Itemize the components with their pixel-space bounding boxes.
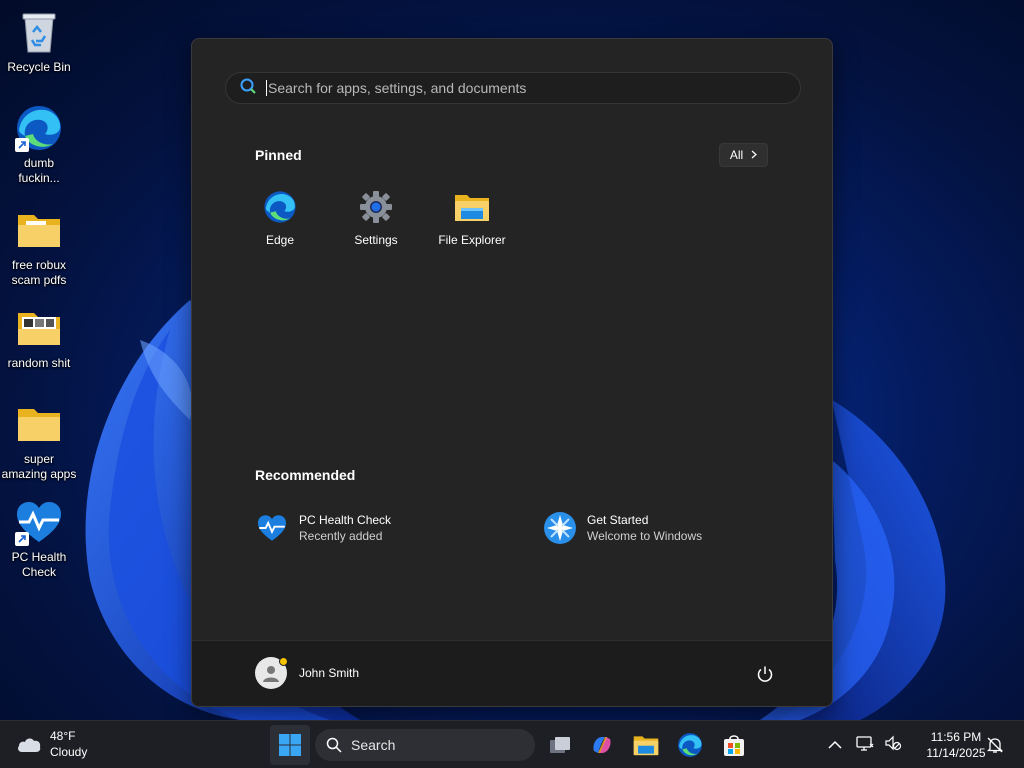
text-caret: [266, 80, 267, 96]
pinned-app-edge[interactable]: Edge: [232, 189, 328, 253]
pinned-app-file-explorer[interactable]: File Explorer: [424, 189, 520, 253]
notification-bell-icon: [986, 737, 1004, 753]
start-search-box[interactable]: [225, 72, 801, 104]
recycle-bin-icon: [15, 8, 63, 56]
desktop-icons: Recycle Bin dumb fuckin... free robux sc…: [0, 0, 80, 720]
recommended-item-get-started[interactable]: Get Started Welcome to Windows: [543, 506, 702, 550]
desktop-icon-folder-robux[interactable]: free robux scam pdfs: [0, 206, 78, 288]
desktop-icon-label: Recycle Bin: [7, 60, 71, 74]
cloud-icon: [18, 738, 41, 752]
taskbar-file-explorer[interactable]: [626, 725, 666, 765]
desktop-icon-label: random shit: [7, 356, 71, 370]
edge-icon: [262, 189, 298, 225]
desktop-icon-label: free robux scam pdfs: [11, 258, 67, 287]
chevron-right-icon: [751, 148, 758, 162]
search-icon: [326, 737, 342, 753]
desktop-icon-label: dumb fuckin...: [18, 156, 60, 185]
start-menu: Pinned All Edge: [191, 38, 833, 707]
taskbar-edge[interactable]: [670, 725, 710, 765]
taskbar: 48°F Cloudy Search 11:56 PM 11/14/2025: [0, 720, 1024, 768]
desktop-icon-pc-health-check[interactable]: PC Health Check: [0, 498, 78, 580]
start-menu-footer: John Smith: [192, 640, 832, 706]
pinned-app-label: Settings: [354, 233, 398, 247]
copilot-icon: [593, 737, 611, 753]
recommended-item-title: Get Started: [587, 513, 649, 527]
edge-icon: [15, 104, 63, 152]
user-icon: [263, 666, 279, 682]
show-hidden-icons-button[interactable]: [828, 736, 842, 754]
all-apps-label: All: [729, 148, 744, 162]
get-started-icon: [543, 511, 577, 545]
notifications-button[interactable]: [986, 736, 1004, 759]
pinned-title: Pinned: [255, 147, 302, 163]
recommended-item-pc-health-check[interactable]: PC Health Check Recently added: [255, 506, 391, 550]
search-icon: [240, 78, 256, 99]
volume-muted-icon: [885, 735, 902, 750]
chevron-up-icon: [828, 740, 842, 749]
folder-icon: [15, 304, 63, 352]
desktop-icon-label: PC Health Check: [11, 550, 67, 579]
shortcut-arrow-icon: [15, 532, 29, 546]
user-name: John Smith: [299, 666, 360, 680]
health-heart-icon: [15, 498, 63, 546]
network-icon: [856, 735, 874, 751]
taskbar-search[interactable]: Search: [315, 729, 535, 761]
recommended-title: Recommended: [255, 467, 356, 483]
recommended-item-subtitle: Recently added: [299, 529, 383, 543]
desktop-icon-edge-shortcut[interactable]: dumb fuckin...: [0, 104, 78, 186]
network-button[interactable]: [856, 735, 874, 756]
desktop-icon-recycle-bin[interactable]: Recycle Bin: [0, 8, 78, 75]
health-heart-icon: [255, 511, 289, 545]
start-button[interactable]: [270, 725, 310, 765]
taskbar-store[interactable]: [714, 725, 754, 765]
folder-icon: [633, 736, 659, 756]
weather-widget[interactable]: 48°F Cloudy: [16, 728, 87, 760]
weather-condition: Cloudy: [50, 745, 88, 759]
task-view-button[interactable]: [540, 725, 580, 765]
recommended-item-subtitle: Welcome to Windows: [587, 529, 703, 543]
desktop-icon-label: super amazing apps: [1, 452, 77, 481]
taskbar-search-label: Search: [351, 737, 396, 753]
pinned-app-label: File Explorer: [438, 233, 506, 247]
shortcut-arrow-icon: [15, 138, 29, 152]
power-button[interactable]: [754, 663, 776, 685]
folder-icon: [15, 206, 63, 254]
copilot-button[interactable]: [582, 725, 622, 765]
user-account-button[interactable]: John Smith: [255, 657, 359, 689]
volume-button[interactable]: [884, 735, 902, 756]
desktop-icon-folder-apps[interactable]: super amazing apps: [0, 400, 78, 482]
pinned-apps-grid: Edge Settings File Explorer: [232, 189, 520, 253]
avatar: [255, 657, 288, 689]
recommended-item-title: PC Health Check: [299, 513, 392, 527]
windows-logo-icon: [279, 734, 301, 756]
edge-icon: [678, 733, 702, 757]
all-apps-button[interactable]: All: [719, 143, 768, 167]
power-icon: [757, 666, 773, 682]
pinned-app-label: Edge: [265, 233, 295, 247]
folder-icon: [15, 400, 63, 448]
system-tray: [828, 721, 902, 768]
gear-icon: [358, 189, 394, 225]
folder-icon: [454, 189, 490, 225]
pinned-app-settings[interactable]: Settings: [328, 189, 424, 253]
start-search-input[interactable]: [268, 80, 768, 96]
store-icon: [724, 735, 744, 756]
task-view-icon: [550, 737, 570, 753]
desktop-icon-folder-random[interactable]: random shit: [0, 304, 78, 371]
notification-dot: [279, 657, 288, 666]
weather-temp: 48°F: [50, 729, 76, 743]
